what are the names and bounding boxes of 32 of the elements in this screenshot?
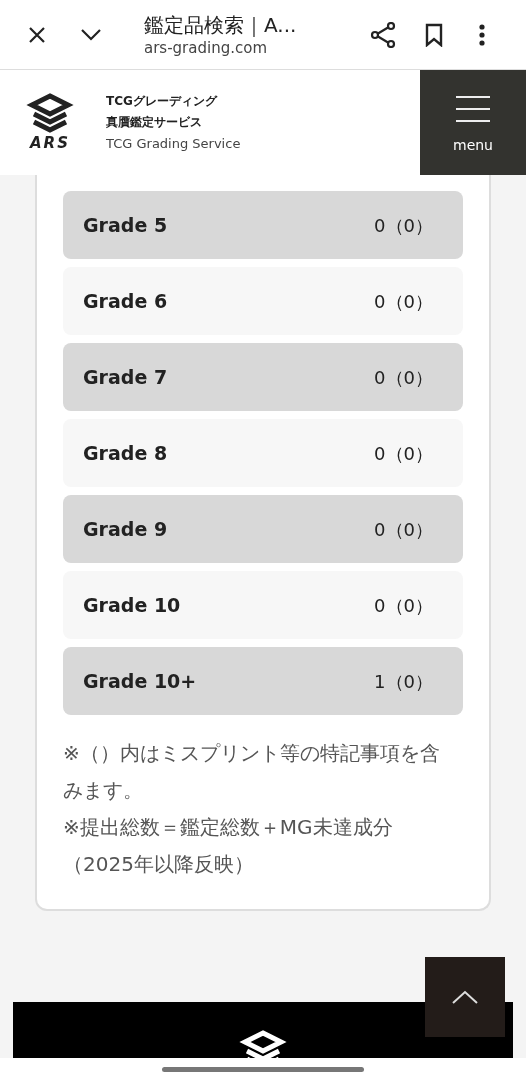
logo-icon [26,92,74,133]
tagline: TCGグレーディング [106,93,219,110]
grade-count: 0（0） [374,213,433,238]
grade-count: 0（0） [374,593,433,618]
share-icon[interactable] [370,21,396,48]
subtitle: TCG Grading Service [106,135,241,153]
footnote: ※提出総数＝鑑定総数＋MG未達成分（2025年以降反映） [63,814,394,878]
grade-count: 0（0） [374,441,433,466]
grade-count: 1（0） [374,669,433,694]
page-url: ars-grading.com [144,37,268,58]
footnote: ※（）内はミスプリント等の特記事項を含みます。 [63,740,441,804]
menu-button[interactable]: menu [420,70,526,175]
logo-text: ARS [30,132,70,153]
grade-label: Grade 10 [83,592,181,618]
chevron-up-icon [452,990,478,1004]
grade-label: Grade 10+ [83,668,197,694]
menu-icon [456,95,490,123]
grade-label: Grade 8 [83,440,168,466]
grade-label: Grade 6 [83,288,168,314]
close-icon[interactable] [28,25,46,44]
chevron-down-icon[interactable] [80,27,102,42]
page-title: 鑑定品検索｜A... [144,11,298,38]
bookmark-icon[interactable] [425,22,443,47]
grade-label: Grade 5 [83,212,168,238]
grade-count: 0（0） [374,365,433,390]
grade-label: Grade 9 [83,516,168,542]
grade-label: Grade 7 [83,364,168,390]
more-icon[interactable] [479,23,485,46]
grade-count: 0（0） [374,517,433,542]
grade-count: 0（0） [374,289,433,314]
home-indicator[interactable] [162,1066,364,1072]
tagline: 真贋鑑定サービス [106,114,203,131]
